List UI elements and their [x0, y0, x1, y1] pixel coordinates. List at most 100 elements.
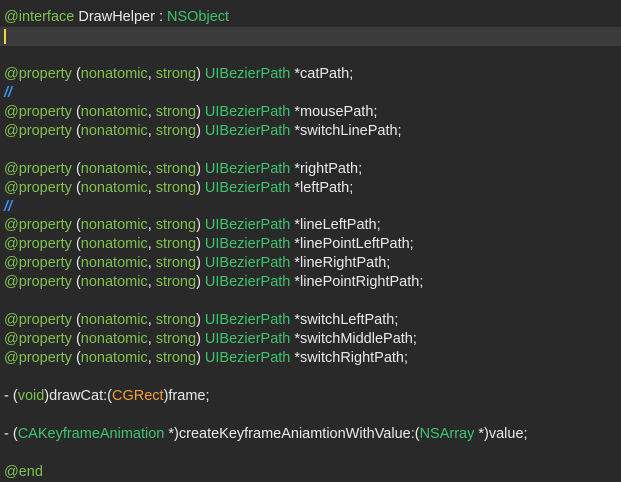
code-token: )drawCat:(	[44, 388, 112, 404]
code-token: UIBezierPath	[204, 217, 291, 234]
current-line[interactable]	[0, 26, 621, 46]
code-token: void	[17, 388, 45, 404]
code-token: NSArray	[419, 425, 475, 442]
code-token: ,	[147, 331, 156, 348]
code-token: *)value;	[474, 425, 528, 442]
code-token: )	[196, 312, 205, 329]
code-line[interactable]	[4, 444, 621, 463]
code-token: (	[71, 331, 81, 348]
code-token: @property	[4, 217, 72, 234]
code-token: UIBezierPath	[204, 122, 291, 139]
code-token: ,	[147, 103, 156, 120]
code-token: UIBezierPath	[204, 160, 291, 177]
code-token: )	[196, 122, 205, 139]
code-token: @end	[4, 463, 43, 480]
code-line[interactable]: - (CAKeyframeAnimation *)createKeyframeA…	[4, 425, 621, 444]
code-line[interactable]	[4, 292, 621, 311]
code-line[interactable]: @property (nonatomic, strong) UIBezierPa…	[4, 254, 621, 273]
code-token: @property	[4, 331, 72, 348]
code-line[interactable]	[4, 368, 621, 387]
code-line[interactable]: @property (nonatomic, strong) UIBezierPa…	[4, 65, 621, 84]
code-token: @property	[4, 122, 72, 139]
code-token: UIBezierPath	[204, 350, 291, 367]
code-token: ,	[147, 350, 156, 367]
code-token: strong	[155, 65, 197, 82]
code-token: )	[196, 331, 205, 348]
code-token: nonatomic	[80, 217, 148, 234]
code-token: strong	[155, 160, 197, 177]
code-token: ,	[147, 122, 156, 139]
code-line[interactable]: @property (nonatomic, strong) UIBezierPa…	[4, 216, 621, 235]
code-token: *switchLinePath;	[290, 122, 402, 139]
code-token: strong	[155, 350, 197, 367]
code-line[interactable]: @property (nonatomic, strong) UIBezierPa…	[4, 179, 621, 198]
code-line[interactable]	[4, 406, 621, 425]
code-token: @property	[4, 350, 72, 367]
code-token: *lineLeftPath;	[290, 217, 381, 234]
code-token: @property	[4, 103, 72, 120]
code-token: ,	[147, 274, 156, 291]
code-token: @property	[4, 312, 72, 329]
code-token: nonatomic	[80, 160, 148, 177]
code-token: *catPath;	[290, 65, 354, 82]
code-token: strong	[155, 217, 197, 234]
code-line[interactable]: @property (nonatomic, strong) UIBezierPa…	[4, 160, 621, 179]
code-token: UIBezierPath	[204, 331, 291, 348]
code-token: DrawHelper :	[74, 9, 168, 25]
code-line[interactable]: @property (nonatomic, strong) UIBezierPa…	[4, 235, 621, 254]
code-token: ,	[147, 65, 156, 82]
code-token: //	[4, 84, 13, 101]
code-token: - (	[4, 425, 18, 442]
code-token: ,	[147, 255, 156, 272]
code-token: (	[71, 255, 81, 272]
code-line[interactable]: @end	[4, 463, 621, 482]
code-line[interactable]: @property (nonatomic, strong) UIBezierPa…	[4, 330, 621, 349]
code-token: CGRect	[111, 388, 164, 404]
code-editor[interactable]: @interface DrawHelper : NSObject @propert…	[0, 0, 621, 480]
code-line[interactable]: //	[4, 198, 621, 217]
code-token: )	[196, 179, 205, 196]
code-token: *mousePath;	[290, 103, 378, 120]
code-token: strong	[155, 236, 197, 253]
code-token: nonatomic	[80, 122, 148, 139]
code-token: UIBezierPath	[204, 312, 291, 329]
code-line[interactable]: @interface DrawHelper : NSObject	[4, 8, 621, 27]
code-token: nonatomic	[80, 274, 148, 291]
code-line[interactable]: @property (nonatomic, strong) UIBezierPa…	[4, 103, 621, 122]
code-token: *lineRightPath;	[290, 255, 391, 272]
code-token: @property	[4, 160, 72, 177]
code-token: ,	[147, 312, 156, 329]
code-token: *switchRightPath;	[290, 350, 409, 367]
code-token: //	[4, 198, 13, 215]
code-token: nonatomic	[80, 103, 148, 120]
code-line[interactable]	[4, 46, 621, 65]
code-line[interactable]: //	[4, 84, 621, 103]
code-token: )	[196, 65, 205, 82]
code-token: *switchLeftPath;	[290, 312, 399, 329]
code-line[interactable]: @property (nonatomic, strong) UIBezierPa…	[4, 349, 621, 368]
code-token: UIBezierPath	[204, 65, 291, 82]
code-token: )	[196, 103, 205, 120]
code-token: CAKeyframeAnimation	[17, 425, 165, 442]
code-token: ,	[147, 236, 156, 253]
code-token: )	[196, 350, 205, 367]
code-token: nonatomic	[80, 312, 148, 329]
code-token: (	[71, 179, 81, 196]
code-line[interactable]: @property (nonatomic, strong) UIBezierPa…	[4, 122, 621, 141]
code-token: ,	[147, 217, 156, 234]
code-token: @property	[4, 255, 72, 272]
code-token: (	[71, 122, 81, 139]
code-token: )	[196, 274, 205, 291]
code-line[interactable]: @property (nonatomic, strong) UIBezierPa…	[4, 273, 621, 292]
code-token: (	[71, 217, 81, 234]
code-line[interactable]: @property (nonatomic, strong) UIBezierPa…	[4, 311, 621, 330]
code-token: UIBezierPath	[204, 179, 291, 196]
code-line[interactable]: - (void)drawCat:(CGRect)frame;	[4, 387, 621, 406]
code-token: ,	[147, 160, 156, 177]
code-line[interactable]	[4, 141, 621, 160]
code-token: (	[71, 160, 81, 177]
code-token: ,	[147, 179, 156, 196]
code-token: (	[71, 312, 81, 329]
code-token: (	[71, 350, 81, 367]
code-token: nonatomic	[80, 236, 148, 253]
